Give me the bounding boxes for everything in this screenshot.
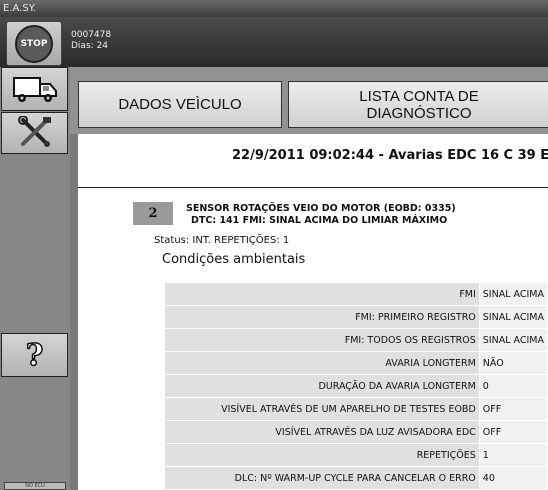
header-bar: 0007478 Dias: 24 [0,17,548,67]
tools-button[interactable] [1,112,68,154]
param-value: NÃO [478,351,548,375]
help-icon: ? [25,337,44,374]
tab-diagnostic-list[interactable]: LISTA CONTA DE DIAGNÓSTICO [288,81,548,128]
table-row: DLC: Nº WARM-UP CYCLE PARA CANCELAR O ER… [164,466,548,490]
title-bar: E.A.SY. [0,0,548,17]
report-panel: 22/9/2011 09:02:44 - Avarias EDC 16 C 39… [78,134,548,490]
param-value: OFF [478,420,548,444]
table-row: VISÍVEL ATRAVÉS DE UM APARELHO DE TESTES… [164,397,548,421]
stop-label: STOP [20,38,48,49]
param-name: VISÍVEL ATRAVÉS DE UM APARELHO DE TESTES… [164,397,480,421]
content-border [70,134,78,490]
error-title: SENSOR ROTAÇÕES VEIO DO MOTOR (EOBD: 033… [186,203,456,214]
param-value: 1 [478,443,548,467]
error-status: Status: INT. REPETIÇÕES: 1 [154,235,290,246]
conditions-table: FMI SINAL ACIMA FMI: PRIMEIRO REGISTRO SINA… [164,282,548,490]
session-id: 0007478 [71,30,112,40]
error-number-badge: 2 [133,202,173,225]
tab-vehicle-data[interactable]: DADOS VEÌCULO [78,81,282,128]
param-value: 40 [478,466,548,490]
param-name: FMI [164,282,480,306]
help-button[interactable]: ? [1,333,68,377]
param-value: 0 [478,374,548,398]
app-title: E.A.SY. [3,3,36,14]
table-row: VISÍVEL ATRAVÉS DA LUZ AVISADORA EDC OFF [164,420,548,444]
session-days: Dias: 24 [71,41,108,51]
stop-button[interactable]: STOP [6,21,62,66]
title-separator [78,187,548,188]
table-row: REPETIÇÕES 1 [164,443,548,467]
table-row: FMI: PRIMEIRO REGISTRO SINAL ACIMA [164,305,548,329]
param-value: SINAL ACIMA [478,305,548,329]
param-name: DLC: Nº WARM-UP CYCLE PARA CANCELAR O ER… [164,466,480,490]
tab-bar: DADOS VEÌCULO LISTA CONTA DE DIAGNÓSTICO [70,67,548,134]
vehicle-button[interactable] [1,67,68,111]
error-dtc: DTC: 141 FMI: SINAL ACIMA DO LIMIAR MÁXI… [191,215,448,226]
tools-icon [17,116,51,147]
sidebar: ? [0,67,70,490]
param-name: FMI: PRIMEIRO REGISTRO [164,305,480,329]
param-name: AVARIA LONGTERM [164,351,480,375]
ecu-status-label: NO ECU [4,482,66,490]
conditions-heading: Condições ambientais [162,252,306,267]
param-name: FMI: TODOS OS REGISTROS [164,328,480,352]
stop-sign-icon: STOP [15,24,53,63]
table-row: FMI SINAL ACIMA [164,282,548,306]
table-row: DURAÇÃO DA AVARIA LONGTERM 0 [164,374,548,398]
truck-icon [12,77,57,102]
param-value: SINAL ACIMA [478,282,548,306]
report-title: 22/9/2011 09:02:44 - Avarias EDC 16 C 39… [232,148,548,163]
param-value: OFF [478,397,548,421]
param-name: VISÍVEL ATRAVÉS DA LUZ AVISADORA EDC [164,420,480,444]
session-info: 0007478 Dias: 24 [71,30,111,52]
table-row: FMI: TODOS OS REGISTROS SINAL ACIMA [164,328,548,352]
param-name: DURAÇÃO DA AVARIA LONGTERM [164,374,480,398]
table-row: AVARIA LONGTERM NÃO [164,351,548,375]
param-name: REPETIÇÕES [164,443,480,467]
param-value: SINAL ACIMA [478,328,548,352]
